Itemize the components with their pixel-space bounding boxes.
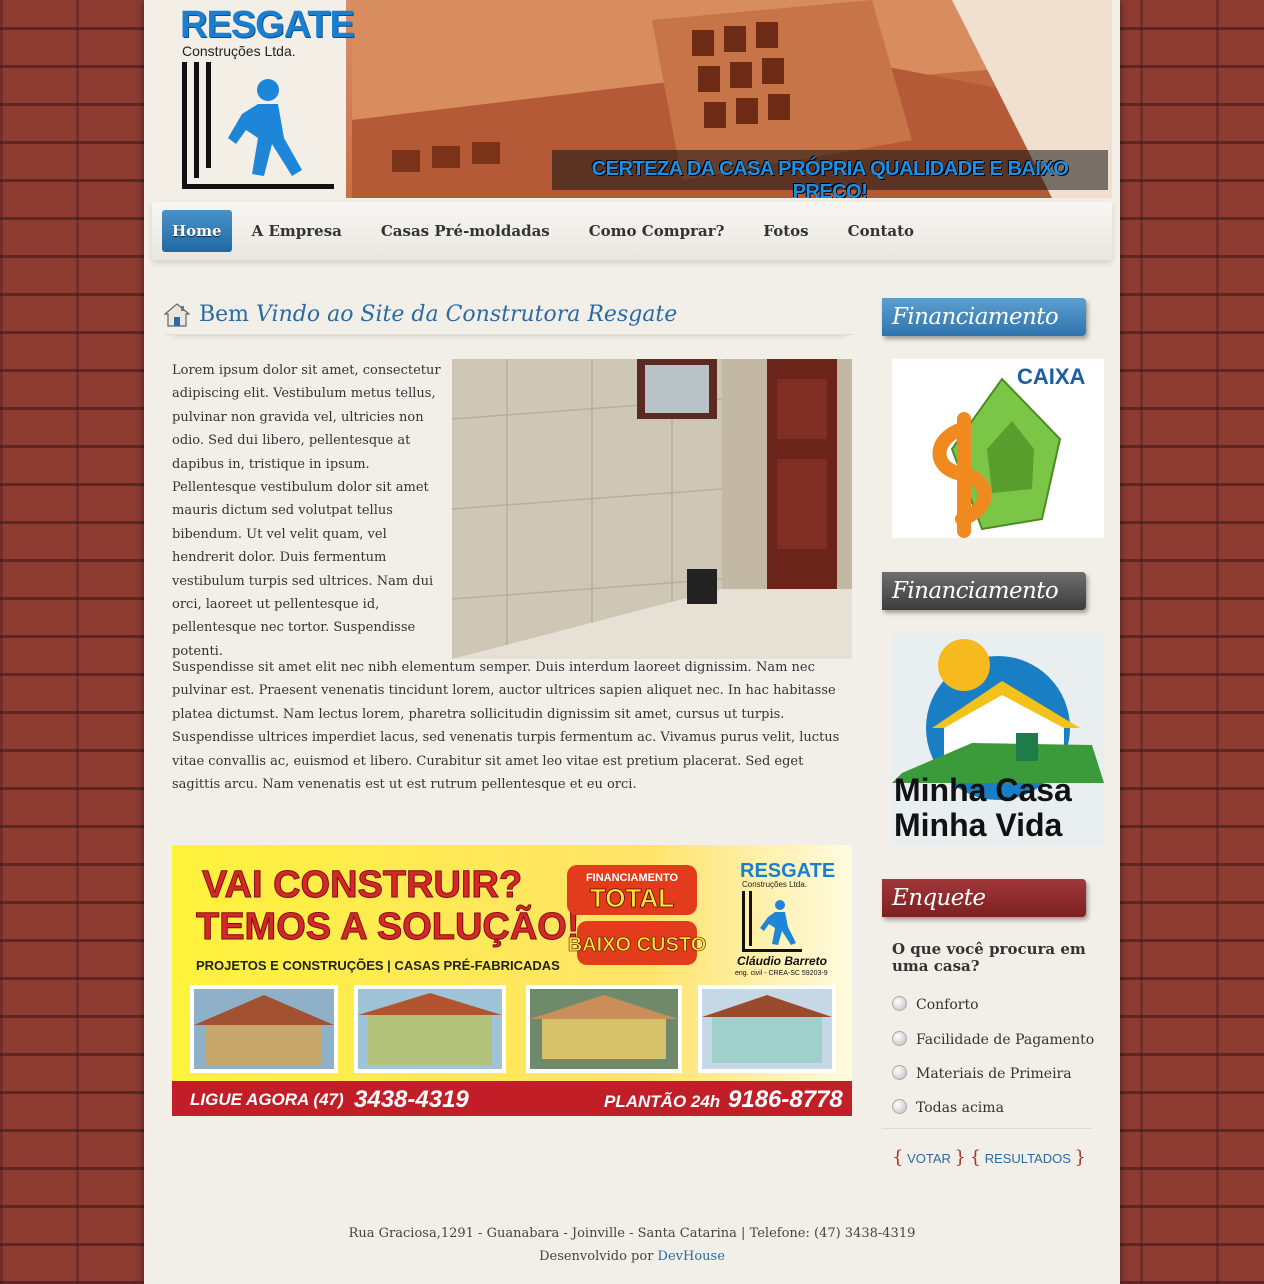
nav-item-fotos[interactable]: Fotos: [744, 210, 827, 252]
nav-item-como-comprar[interactable]: Como Comprar?: [570, 210, 744, 252]
banner-call-number: 3438-4319: [354, 1086, 469, 1113]
mcmv-line-2: Minha Vida: [894, 807, 1063, 843]
intro-paragraph: Lorem ipsum dolor sit amet, consectetur …: [172, 363, 441, 659]
poll-option-conforto[interactable]: Conforto: [892, 996, 979, 1013]
house-interior-photo: [452, 359, 852, 659]
banner-logo-title: RESGATE: [740, 860, 835, 882]
page-container: RESGATE Construções Ltda. CERTEZA DA CAS…: [144, 0, 1120, 1284]
caixa-financing-image[interactable]: CAIXA: [892, 359, 1104, 538]
financiamento-heading-1: Financiamento: [882, 298, 1086, 336]
banner-call-label: LIGUE AGORA (47): [190, 1090, 344, 1109]
banner-services: PROJETOS E CONSTRUÇÕES | CASAS PRÉ-FABRI…: [196, 958, 560, 973]
radio-button[interactable]: [892, 996, 907, 1011]
poll-option-label: Materiais de Primeira: [916, 1066, 1072, 1082]
poll-actions: { VOTAR } { RESULTADOS }: [892, 1147, 1086, 1168]
radio-button[interactable]: [892, 1099, 907, 1114]
banner-logo-sub: Construções Ltda.: [742, 880, 807, 889]
radio-button[interactable]: [892, 1065, 907, 1080]
site-footer: Rua Graciosa,1291 - Guanabara - Joinvill…: [144, 1222, 1120, 1268]
nav-item-contato[interactable]: Contato: [829, 210, 933, 252]
poll-option-label: Facilidade de Pagamento: [916, 1032, 1095, 1048]
heading-part-1: Bem: [199, 302, 257, 327]
poll-option-pagamento[interactable]: Facilidade de Pagamento: [892, 1031, 1094, 1048]
nav-item-home[interactable]: Home: [162, 210, 232, 252]
logo-title: RESGATE: [180, 4, 355, 46]
divider: [882, 1128, 1092, 1129]
poll-option-todas[interactable]: Todas acima: [892, 1099, 1004, 1116]
poll-question: O que você procura em uma casa?: [892, 940, 1086, 975]
footer-credit: Desenvolvido por DevHouse: [144, 1245, 1120, 1268]
enquete-heading: Enquete: [882, 879, 1086, 917]
page-title: Bem Vindo ao Site da Construtora Resgate: [164, 298, 854, 335]
footer-address: Rua Graciosa,1291 - Guanabara - Joinvill…: [348, 1226, 916, 1241]
footer-credit-prefix: Desenvolvido por: [539, 1249, 658, 1264]
banner-engineer-sub: eng. civil - CREA-SC 59203-9: [735, 970, 828, 977]
main-navigation: Home A Empresa Casas Pré-moldadas Como C…: [152, 202, 1112, 260]
banner-duty-label: PLANTÃO 24h: [604, 1091, 720, 1111]
promo-banner[interactable]: VAI CONSTRUIR? TEMOS A SOLUÇÃO! FINANCIA…: [172, 845, 852, 1116]
poll-option-materiais[interactable]: Materiais de Primeira: [892, 1065, 1072, 1082]
nav-item-casas[interactable]: Casas Pré-moldadas: [362, 210, 569, 252]
caixa-logo-text: CAIXA: [1017, 364, 1086, 389]
logo[interactable]: RESGATE Construções Ltda.: [152, 0, 355, 198]
badge-total: TOTAL: [590, 883, 674, 913]
logo-subtitle: Construções Ltda.: [182, 43, 296, 59]
radio-button[interactable]: [892, 1031, 907, 1046]
financiamento-heading-2: Financiamento: [882, 572, 1086, 610]
badge-baixo-custo: BAIXO CUSTO: [568, 934, 707, 956]
banner-engineer: Cláudio Barreto: [737, 954, 827, 968]
banner-headline-1: VAI CONSTRUIR?: [202, 864, 522, 906]
nav-item-empresa[interactable]: A Empresa: [233, 210, 361, 252]
minha-casa-minha-vida-image[interactable]: Minha Casa Minha Vida: [892, 633, 1104, 845]
site-header: RESGATE Construções Ltda. CERTEZA DA CAS…: [152, 0, 1112, 198]
body-paragraph: Suspendisse sit amet elit nec nibh eleme…: [172, 660, 840, 793]
heading-part-2: Vindo ao Site da Construtora Resgate: [256, 302, 678, 327]
poll-option-label: Todas acima: [916, 1100, 1004, 1116]
results-button[interactable]: RESULTADOS: [985, 1151, 1071, 1166]
poll-option-label: Conforto: [916, 997, 979, 1013]
vote-button[interactable]: VOTAR: [907, 1151, 951, 1166]
devhouse-link[interactable]: DevHouse: [658, 1249, 725, 1264]
mcmv-line-1: Minha Casa: [894, 772, 1072, 808]
header-slogan: CERTEZA DA CASA PRÓPRIA QUALIDADE E BAIX…: [552, 150, 1108, 198]
banner-duty-number: 9186-8778: [728, 1086, 843, 1113]
home-icon: [164, 303, 190, 327]
walking-man-icon: [182, 62, 334, 189]
banner-headline-2: TEMOS A SOLUÇÃO!: [196, 904, 580, 948]
